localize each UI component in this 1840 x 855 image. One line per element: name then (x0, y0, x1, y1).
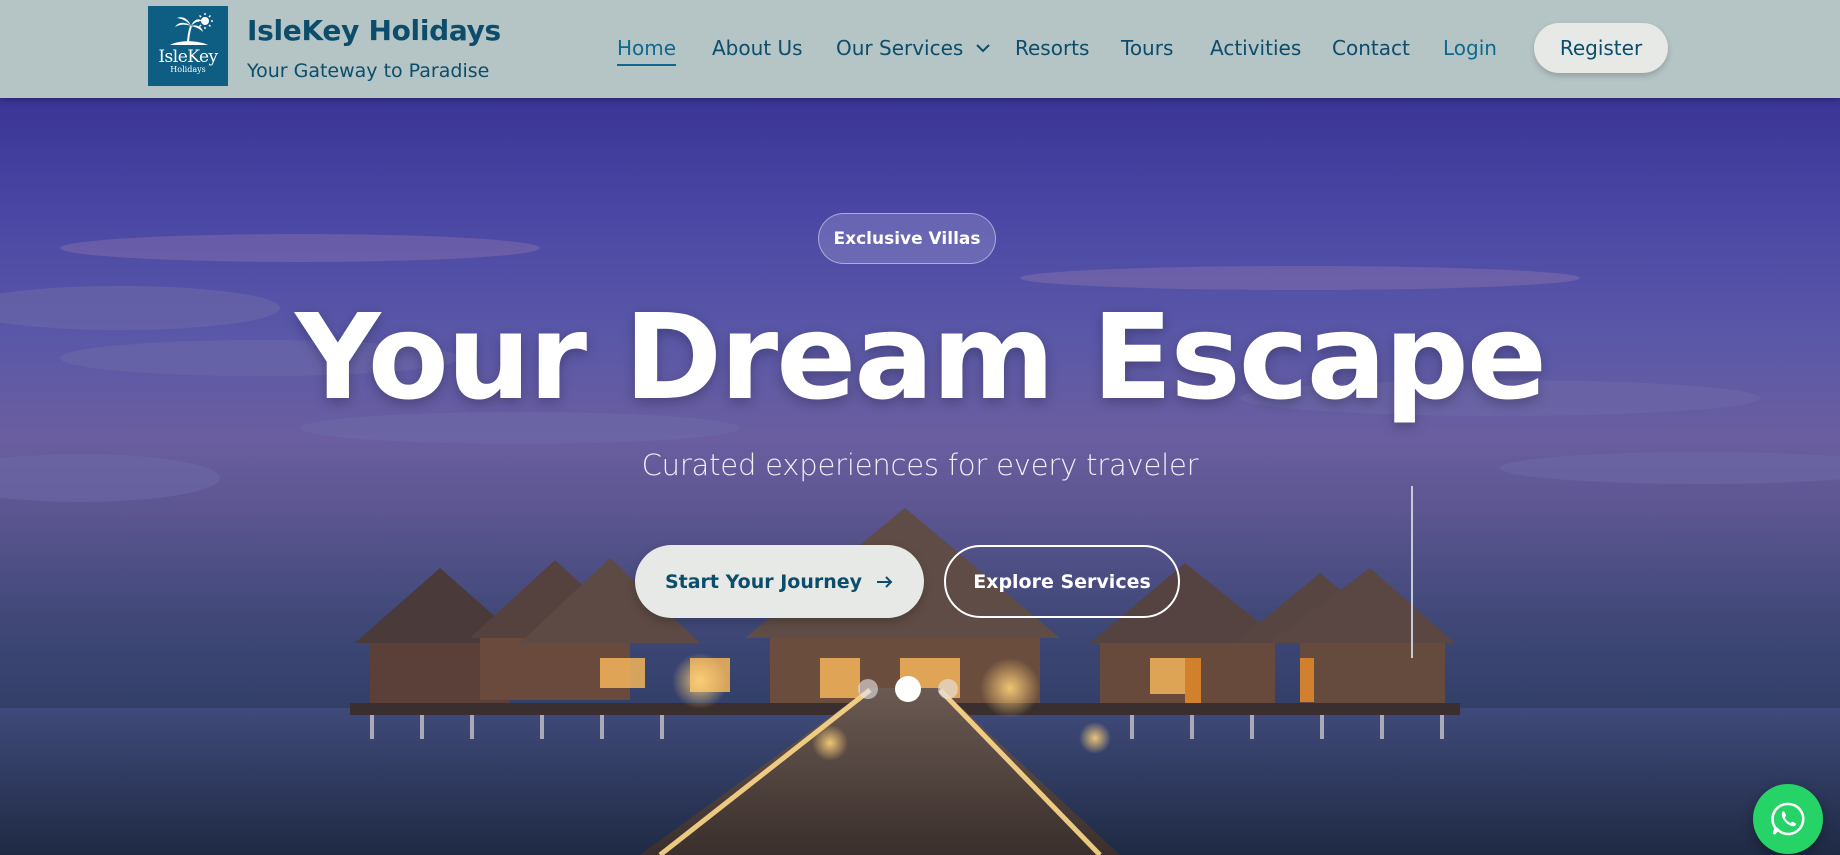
slider-dot-3[interactable] (938, 679, 958, 699)
brand-title[interactable]: IsleKey Holidays (247, 14, 501, 47)
nav-activities[interactable]: Activities (1210, 36, 1301, 60)
whatsapp-chat-button[interactable] (1753, 784, 1823, 854)
site-header: IsleKey Holidays IsleKey Holidays Your G… (0, 0, 1840, 98)
nav-resorts-label: Resorts (1015, 36, 1090, 60)
nav-about-us-label: About Us (712, 36, 803, 60)
brand-tagline: Your Gateway to Paradise (247, 60, 490, 82)
nav-login-label: Login (1443, 36, 1497, 60)
logo[interactable]: IsleKey Holidays (148, 6, 228, 86)
hero-title: Your Dream Escape (295, 288, 1547, 426)
hero-subtitle: Curated experiences for every traveler (641, 448, 1199, 482)
explore-services-label: Explore Services (973, 570, 1151, 593)
nav-contact[interactable]: Contact (1332, 36, 1410, 60)
hero-badge-text: Exclusive Villas (833, 228, 981, 249)
nav-tours-label: Tours (1121, 36, 1174, 60)
nav-our-services-label: Our Services (836, 36, 964, 60)
whatsapp-icon (1771, 802, 1805, 836)
explore-services-button[interactable]: Explore Services (944, 545, 1180, 618)
nav-activities-label: Activities (1210, 36, 1302, 60)
register-label: Register (1559, 36, 1643, 60)
register-button[interactable]: Register (1534, 23, 1668, 73)
active-underline (617, 64, 677, 66)
arrow-right-icon (877, 575, 893, 588)
nav-home[interactable]: Home (617, 36, 677, 66)
start-journey-button[interactable]: Start Your Journey (635, 545, 924, 618)
nav-our-services[interactable]: Our Services (836, 36, 990, 60)
nav-contact-label: Contact (1332, 36, 1410, 60)
slider-dot-1[interactable] (858, 679, 878, 699)
logo-wordmark: IsleKey (158, 47, 218, 67)
nav-tours[interactable]: Tours (1121, 36, 1173, 60)
start-journey-label: Start Your Journey (664, 570, 863, 593)
nav-home-label: Home (617, 36, 677, 60)
nav-about-us[interactable]: About Us (712, 36, 803, 60)
slider-dot-2[interactable] (895, 676, 921, 702)
chevron-down-icon (975, 43, 990, 52)
nav-resorts[interactable]: Resorts (1015, 36, 1089, 60)
logo-subtext: Holidays (170, 65, 206, 74)
nav-login[interactable]: Login (1443, 36, 1497, 60)
hero-badge: Exclusive Villas (818, 213, 996, 264)
hero-slider: Exclusive Villas Your Dream Escape Curat… (0, 98, 1840, 855)
palm-sun-icon (170, 13, 213, 46)
